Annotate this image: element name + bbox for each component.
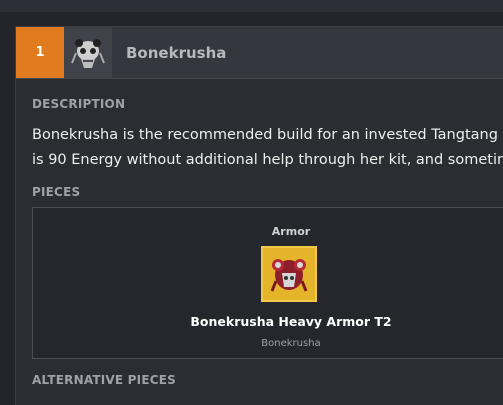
- build-title: Bonekrusha: [126, 43, 227, 62]
- heavy-armor-icon[interactable]: [261, 246, 317, 302]
- build-card: 1 Bonekrusha DESCRIPTION Bonekrusha is t…: [15, 26, 503, 405]
- description-heading: DESCRIPTION: [32, 97, 126, 111]
- build-rank-badge: 1: [16, 27, 64, 78]
- build-description: Bonekrusha is the recommended build for …: [32, 123, 503, 171]
- build-header[interactable]: 1 Bonekrusha: [16, 27, 503, 79]
- description-line: Bonekrusha is the recommended build for …: [32, 127, 503, 143]
- alternative-pieces-heading: ALTERNATIVE PIECES: [32, 373, 176, 387]
- skull-helmet-icon: [64, 27, 112, 78]
- pieces-heading: PIECES: [32, 185, 81, 199]
- piece-set: Bonekrusha: [261, 338, 321, 349]
- pieces-box: Armor Bonekrusha Heavy Armor T2 Bonekrus…: [32, 207, 503, 359]
- slot-label: Armor: [271, 225, 311, 238]
- description-line: is 90 Energy without additional help thr…: [32, 152, 503, 168]
- piece-name[interactable]: Bonekrusha Heavy Armor T2: [33, 314, 503, 329]
